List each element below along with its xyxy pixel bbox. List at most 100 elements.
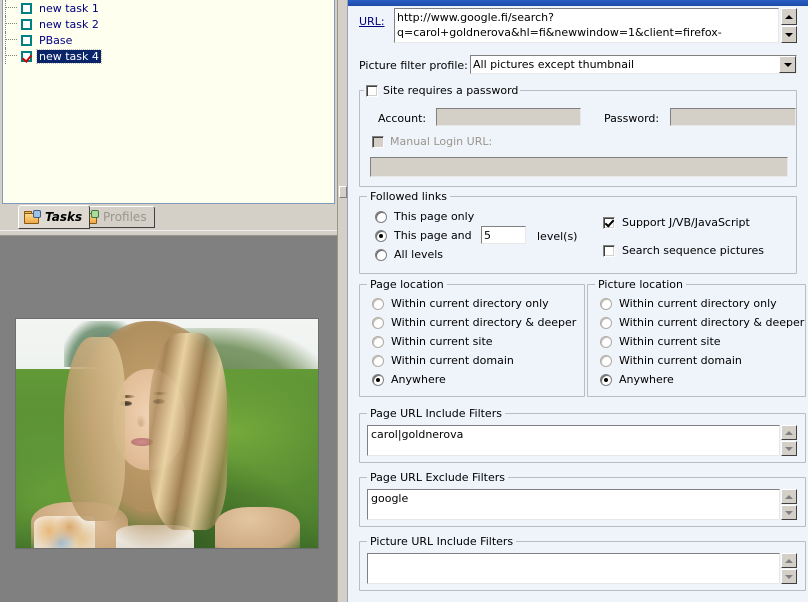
task-label: PBase xyxy=(39,33,73,47)
page-location-option-1[interactable]: Within current directory & deeper xyxy=(372,314,576,331)
picture-location-option-4[interactable]: Anywhere xyxy=(600,371,674,388)
left-column: new task 1 new task 2 PBase new task 4 T… xyxy=(0,0,337,602)
followed-links-title: Followed links xyxy=(367,190,450,203)
vertical-splitter[interactable] xyxy=(337,0,348,602)
site-requires-password-label: Site requires a password xyxy=(383,84,519,97)
tree-item-0[interactable]: new task 1 xyxy=(3,0,334,16)
task-checkbox[interactable] xyxy=(21,2,32,14)
search-sequence-label: Search sequence pictures xyxy=(622,244,764,257)
url-label: URL: xyxy=(359,15,385,28)
manual-login-input[interactable] xyxy=(370,157,788,177)
task-checkbox[interactable] xyxy=(21,34,32,46)
page-location-option-4-label: Anywhere xyxy=(391,373,446,386)
radio-page-domain[interactable] xyxy=(372,354,384,367)
radio-pic-site[interactable] xyxy=(600,335,612,348)
support-javascript-checkbox[interactable] xyxy=(603,216,615,229)
picture-filter-dropdown-arrow[interactable] xyxy=(779,56,796,73)
picture-location-group: Picture location Within current director… xyxy=(587,278,806,397)
tree-guide-line xyxy=(5,0,6,16)
followed-links-option-2[interactable]: All levels xyxy=(375,246,443,263)
manual-login-checkbox[interactable] xyxy=(372,135,384,148)
tree-guide-line xyxy=(5,16,6,32)
page-location-option-2[interactable]: Within current site xyxy=(372,333,493,350)
page-url-exclude-title: Page URL Exclude Filters xyxy=(367,471,509,484)
site-requires-password-checkbox[interactable] xyxy=(366,84,378,97)
url-spin-up[interactable] xyxy=(781,8,797,25)
tree-item-3[interactable]: new task 4 xyxy=(3,48,334,64)
page-location-title: Page location xyxy=(367,278,447,291)
page-url-exclude-input[interactable]: google xyxy=(367,489,780,520)
picture-url-include-scroll-down[interactable] xyxy=(781,569,797,584)
page-location-option-4[interactable]: Anywhere xyxy=(372,371,446,388)
page-url-exclude-scroll-up[interactable] xyxy=(781,489,797,504)
task-label: new task 1 xyxy=(39,1,99,15)
url-input[interactable]: http://www.google.fi/search? q=carol+gol… xyxy=(394,8,779,43)
radio-page-dir-only[interactable] xyxy=(372,297,384,310)
page-url-include-input[interactable]: carol|goldnerova xyxy=(367,425,780,456)
followed-links-option-1[interactable]: This page and xyxy=(375,227,472,244)
picture-location-option-4-label: Anywhere xyxy=(619,373,674,386)
radio-pic-anywhere[interactable] xyxy=(600,373,612,386)
tree-guide-dots xyxy=(5,7,17,8)
preview-photo xyxy=(15,318,319,549)
page-url-include-scroll-down[interactable] xyxy=(781,441,797,456)
tree-guide-dots xyxy=(5,39,17,40)
levels-value: 5 xyxy=(484,229,491,242)
page-location-option-0-label: Within current directory only xyxy=(391,297,549,310)
tree-item-2[interactable]: PBase xyxy=(3,32,334,48)
url-spin-down[interactable] xyxy=(781,26,797,43)
radio-pic-dir-deeper[interactable] xyxy=(600,316,612,329)
page-location-option-0[interactable]: Within current directory only xyxy=(372,295,549,312)
levels-input[interactable]: 5 xyxy=(481,226,526,244)
task-tree[interactable]: new task 1 new task 2 PBase new task 4 xyxy=(2,0,335,204)
page-url-include-group: Page URL Include Filters carol|goldnerov… xyxy=(359,407,806,463)
splitter-thumb[interactable] xyxy=(339,186,347,198)
radio-this-page-and[interactable] xyxy=(375,229,387,242)
page-location-group: Page location Within current directory o… xyxy=(359,278,585,397)
radio-page-anywhere[interactable] xyxy=(372,373,384,386)
url-line-2: q=carol+goldnerova&hl=fi&newwindow=1&cli… xyxy=(397,26,722,39)
tree-guide-dots xyxy=(5,55,17,56)
manual-login-row[interactable]: Manual Login URL: xyxy=(372,135,492,148)
picture-location-option-0-label: Within current directory only xyxy=(619,297,777,310)
image-preview-pane[interactable] xyxy=(0,236,337,602)
radio-pic-dir-only[interactable] xyxy=(600,297,612,310)
picture-location-option-1[interactable]: Within current directory & deeper xyxy=(600,314,804,331)
task-checkbox-checked[interactable] xyxy=(21,50,32,62)
radio-all-levels[interactable] xyxy=(375,248,387,261)
tab-tasks-label: Tasks xyxy=(45,210,83,224)
search-sequence-checkbox[interactable] xyxy=(603,244,615,257)
picture-location-option-0[interactable]: Within current directory only xyxy=(600,295,777,312)
support-javascript-row[interactable]: Support J/VB/JavaScript xyxy=(603,214,750,231)
page-url-exclude-group: Page URL Exclude Filters google xyxy=(359,471,806,527)
picture-location-option-2[interactable]: Within current site xyxy=(600,333,721,350)
page-url-exclude-scroll-down[interactable] xyxy=(781,505,797,520)
password-input[interactable] xyxy=(670,108,796,126)
page-location-option-3-label: Within current domain xyxy=(391,354,514,367)
radio-this-page-only[interactable] xyxy=(375,210,387,223)
page-url-include-scroll-up[interactable] xyxy=(781,425,797,440)
search-sequence-row[interactable]: Search sequence pictures xyxy=(603,242,764,259)
password-group-title[interactable]: Site requires a password xyxy=(364,84,521,97)
tab-tasks[interactable]: Tasks xyxy=(18,205,91,229)
tree-guide-line xyxy=(5,48,6,64)
picture-filter-label: Picture filter profile: xyxy=(359,59,468,72)
picture-url-include-scroll-up[interactable] xyxy=(781,553,797,568)
account-label: Account: xyxy=(378,112,427,125)
page-location-option-3[interactable]: Within current domain xyxy=(372,352,514,369)
radio-pic-domain[interactable] xyxy=(600,354,612,367)
task-settings-panel: URL: http://www.google.fi/search? q=caro… xyxy=(347,0,808,602)
tree-guide-dots xyxy=(5,23,17,24)
radio-page-site[interactable] xyxy=(372,335,384,348)
tree-item-1[interactable]: new task 2 xyxy=(3,16,334,32)
tab-profiles-label: Profiles xyxy=(103,210,147,224)
picture-location-option-3[interactable]: Within current domain xyxy=(600,352,742,369)
picture-filter-combo[interactable]: All pictures except thumbnail xyxy=(470,55,797,74)
radio-page-dir-deeper[interactable] xyxy=(372,316,384,329)
followed-links-option-0[interactable]: This page only xyxy=(375,208,474,225)
account-input[interactable] xyxy=(436,108,581,126)
followed-links-option-0-label: This page only xyxy=(394,210,475,223)
picture-url-include-input[interactable] xyxy=(367,553,780,584)
picture-location-title: Picture location xyxy=(595,278,686,291)
task-checkbox[interactable] xyxy=(21,18,32,30)
